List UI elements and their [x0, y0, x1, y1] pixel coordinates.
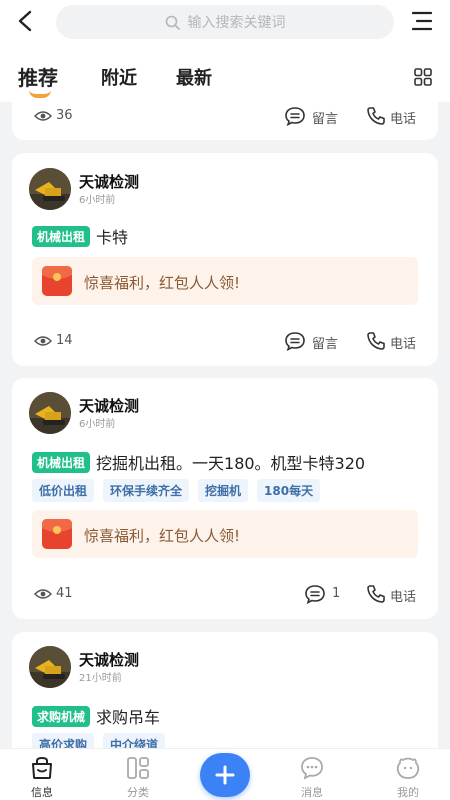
publish-button[interactable] — [200, 753, 250, 797]
nav-category[interactable]: 分类 — [108, 755, 168, 800]
eye-icon — [34, 111, 52, 121]
nav-label: 信息 — [31, 786, 53, 799]
tab-recommend[interactable]: 推荐 — [18, 62, 58, 91]
post-stats: 41 1 电话 — [32, 583, 418, 605]
comment-icon[interactable] — [284, 106, 306, 126]
red-packet-banner[interactable]: 惊喜福利，红包人人领! — [32, 510, 418, 558]
comment-button[interactable]: 留言 — [312, 108, 338, 127]
post-time: 21小时前 — [79, 673, 122, 684]
keyword-chip[interactable]: 低价出租 — [32, 479, 95, 502]
post-stats: 36 留言 电话 — [32, 105, 418, 127]
tab-latest[interactable]: 最新 — [176, 64, 212, 90]
nav-label: 分类 — [127, 786, 149, 799]
menu-icon[interactable] — [412, 10, 432, 32]
nav-label: 我的 — [397, 786, 419, 799]
comment-count[interactable]: 1 — [332, 586, 340, 601]
post-card[interactable]: 36 留言 电话 — [12, 102, 438, 140]
post-card[interactable]: 天诚检测 6小时前 机械出租 卡特 惊喜福利，红包人人领! 14 留言 电话 — [12, 153, 438, 366]
search-placeholder: 输入搜索关键词 — [187, 15, 286, 31]
search-icon — [165, 15, 180, 30]
post-time: 6小时前 — [79, 195, 116, 206]
phone-button[interactable]: 电话 — [390, 333, 416, 352]
eye-icon — [34, 589, 52, 599]
grid-icon[interactable] — [414, 68, 432, 86]
user-name[interactable]: 天诚检测 — [79, 171, 139, 192]
message-icon — [301, 757, 323, 780]
nav-profile[interactable]: 我的 — [378, 755, 438, 800]
nav-label: 消息 — [301, 786, 323, 799]
nav-info[interactable]: 信息 — [12, 755, 72, 800]
post-title: 卡特 — [96, 228, 129, 247]
user-name[interactable]: 天诚检测 — [79, 395, 139, 416]
comment-button[interactable]: 留言 — [312, 333, 338, 352]
view-count: 41 — [56, 586, 73, 601]
user-name[interactable]: 天诚检测 — [79, 649, 139, 670]
feed-tabs: 推荐 附近 最新 — [0, 44, 450, 102]
post-time: 6小时前 — [79, 419, 116, 430]
search-input[interactable]: 输入搜索关键词 — [56, 5, 394, 39]
post-card[interactable]: 天诚检测 21小时前 求购机械 求购吊车 高价求购 中介绕道 — [12, 632, 438, 756]
post-title: 求购吊车 — [96, 708, 161, 727]
phone-button[interactable]: 电话 — [390, 586, 416, 605]
avatar[interactable] — [29, 646, 71, 688]
promo-text: 惊喜福利，红包人人领! — [84, 274, 241, 292]
keyword-chip[interactable]: 180每天 — [257, 479, 321, 502]
keyword-chip[interactable]: 挖掘机 — [198, 479, 249, 502]
phone-icon[interactable] — [366, 331, 386, 351]
info-bag-icon — [32, 756, 52, 779]
post-stats: 14 留言 电话 — [32, 330, 418, 352]
category-tag: 机械出租 — [32, 451, 91, 473]
red-packet-banner[interactable]: 惊喜福利，红包人人领! — [32, 257, 418, 305]
category-tag: 求购机械 — [32, 705, 91, 727]
nav-messages[interactable]: 消息 — [282, 755, 342, 800]
red-packet-icon — [42, 519, 72, 549]
post-title-row: 机械出租 挖掘机出租。一天180。机型卡特320 — [32, 450, 365, 474]
post-title-row: 机械出租 卡特 — [32, 224, 128, 248]
comment-icon[interactable] — [304, 584, 326, 604]
category-tag: 机械出租 — [32, 225, 91, 247]
excavator-photo-icon — [29, 392, 71, 434]
phone-icon[interactable] — [366, 106, 386, 126]
comment-icon[interactable] — [284, 331, 306, 351]
top-bar: 输入搜索关键词 — [0, 0, 450, 44]
avatar[interactable] — [29, 168, 71, 210]
category-icon — [127, 757, 149, 779]
phone-icon[interactable] — [366, 584, 386, 604]
phone-button[interactable]: 电话 — [390, 108, 416, 127]
view-count: 36 — [56, 108, 73, 123]
excavator-photo-icon — [29, 646, 71, 688]
excavator-photo-icon — [29, 168, 71, 210]
tab-nearby[interactable]: 附近 — [101, 64, 137, 90]
avatar[interactable] — [29, 392, 71, 434]
post-title-row: 求购机械 求购吊车 — [32, 704, 160, 728]
eye-icon — [34, 336, 52, 346]
post-title: 挖掘机出租。一天180。机型卡特320 — [96, 454, 366, 473]
keyword-chip[interactable]: 环保手续齐全 — [103, 479, 190, 502]
plus-icon — [215, 765, 235, 785]
red-packet-icon — [42, 266, 72, 296]
view-count: 14 — [56, 333, 73, 348]
profile-icon — [396, 757, 420, 779]
promo-text: 惊喜福利，红包人人领! — [84, 527, 241, 545]
post-card[interactable]: 天诚检测 6小时前 机械出租 挖掘机出租。一天180。机型卡特320 低价出租 … — [12, 378, 438, 619]
active-tab-indicator — [29, 90, 51, 98]
back-arrow-icon[interactable] — [14, 8, 40, 34]
keyword-chips: 低价出租 环保手续齐全 挖掘机 180每天 — [32, 479, 321, 502]
